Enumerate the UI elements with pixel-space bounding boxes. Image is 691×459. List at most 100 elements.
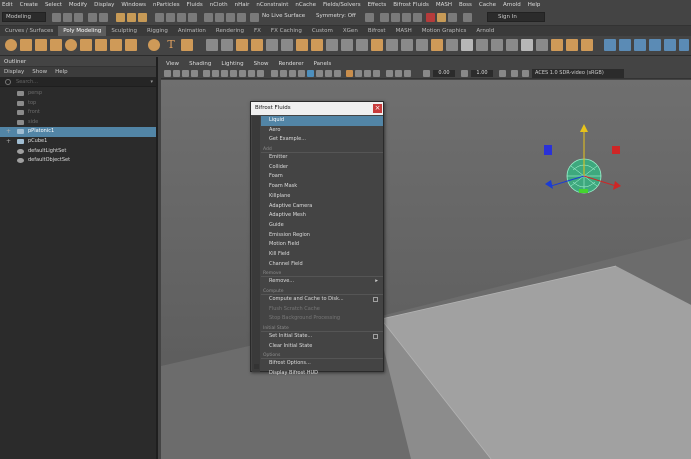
- viewport-menu-show[interactable]: Show: [254, 60, 269, 68]
- crease-icon[interactable]: [536, 39, 548, 51]
- wireframe-icon[interactable]: [271, 70, 278, 77]
- menu-item-bifrost-options[interactable]: Bifrost Options...: [261, 359, 383, 369]
- live-surface-label[interactable]: No Live Surface: [262, 13, 305, 19]
- motion-blur-icon[interactable]: [355, 70, 362, 77]
- xray-icon[interactable]: [307, 70, 314, 77]
- outliner-search-input[interactable]: Search... ▾: [0, 77, 156, 87]
- fill-hole-icon[interactable]: [401, 39, 413, 51]
- arnold-icon[interactable]: [463, 13, 472, 22]
- extrude-icon[interactable]: [296, 39, 308, 51]
- svg-tool-icon[interactable]: [181, 39, 193, 51]
- menu-item-foam-mask[interactable]: Foam Mask: [261, 182, 383, 192]
- depth-of-field-icon[interactable]: [373, 70, 380, 77]
- menu-item-clear-initial-state[interactable]: Clear Initial State: [261, 342, 383, 352]
- text-tool-icon[interactable]: T: [165, 39, 177, 51]
- append-polygon-icon[interactable]: [386, 39, 398, 51]
- menu-nconstraint[interactable]: nConstraint: [256, 2, 288, 8]
- poly-pyramid-icon[interactable]: [125, 39, 137, 51]
- select-component-icon[interactable]: [138, 13, 147, 22]
- viewport-menu-shading[interactable]: Shading: [189, 60, 211, 68]
- automatic-map-icon[interactable]: [581, 39, 593, 51]
- menu-item-adaptive-mesh[interactable]: Adaptive Mesh: [261, 211, 383, 221]
- poly-cube-icon[interactable]: [20, 39, 32, 51]
- select-camera-icon[interactable]: [164, 70, 171, 77]
- close-icon[interactable]: ×: [373, 104, 382, 113]
- outliner-menu-show[interactable]: Show: [32, 67, 47, 77]
- menu-edit[interactable]: Edit: [2, 2, 13, 8]
- collapse-icon[interactable]: [446, 39, 458, 51]
- menu-item-emitter[interactable]: Emitter: [261, 153, 383, 163]
- tab-rigging[interactable]: Rigging: [142, 26, 173, 36]
- ipr-render-icon[interactable]: [402, 13, 411, 22]
- wedge-icon[interactable]: [491, 39, 503, 51]
- outliner-item-defaultlightset[interactable]: defaultLightSet: [0, 147, 156, 157]
- tab-fx-caching[interactable]: FX Caching: [266, 26, 307, 36]
- menu-item-collider[interactable]: Collider: [261, 163, 383, 173]
- menu-item-adaptive-camera[interactable]: Adaptive Camera: [261, 202, 383, 212]
- average-vertices-icon[interactable]: [476, 39, 488, 51]
- isolate-select-icon[interactable]: [386, 70, 393, 77]
- menu-item-display-bifrost-hud[interactable]: Display Bifrost HUD: [261, 369, 383, 379]
- option-box-icon[interactable]: [373, 297, 378, 302]
- multi-cut-icon[interactable]: [356, 39, 368, 51]
- xray-active-icon[interactable]: [404, 70, 411, 77]
- grid-toggle-icon[interactable]: [203, 70, 210, 77]
- render-setup-icon[interactable]: [437, 13, 446, 22]
- default-material-icon[interactable]: [289, 70, 296, 77]
- menu-item-get-example[interactable]: Get Example...: [261, 135, 383, 145]
- tab-curves-surfaces[interactable]: Curves / Surfaces: [0, 26, 58, 36]
- quad-draw-icon[interactable]: [416, 39, 428, 51]
- menu-nparticles[interactable]: nParticles: [153, 2, 180, 8]
- perspective-viewport[interactable]: [161, 80, 691, 459]
- menu-help[interactable]: Help: [528, 2, 541, 8]
- uv-sew-icon[interactable]: [619, 39, 631, 51]
- tear-off-handle[interactable]: [254, 364, 259, 369]
- super-shape-icon[interactable]: [148, 39, 160, 51]
- viewport-menu-view[interactable]: View: [166, 60, 179, 68]
- tab-rendering[interactable]: Rendering: [211, 26, 249, 36]
- smooth-icon[interactable]: [251, 39, 263, 51]
- live-surface-icon[interactable]: [250, 13, 259, 22]
- menu-item-aero[interactable]: Aero: [261, 126, 383, 136]
- insert-edge-loop-icon[interactable]: [341, 39, 353, 51]
- poly-cone-icon[interactable]: [50, 39, 62, 51]
- chevron-down-icon[interactable]: ▾: [150, 77, 153, 87]
- render-icon[interactable]: [391, 13, 400, 22]
- menu-item-compute-and-cache-to-disk[interactable]: Compute and Cache to Disk...: [261, 295, 383, 305]
- render-view-icon[interactable]: [380, 13, 389, 22]
- textured-icon[interactable]: [316, 70, 323, 77]
- select-hierarchy-icon[interactable]: [116, 13, 125, 22]
- field-chart-icon[interactable]: [239, 70, 246, 77]
- light-editor-icon[interactable]: [448, 13, 457, 22]
- outliner-menu-help[interactable]: Help: [55, 67, 68, 77]
- poly-disc-icon[interactable]: [95, 39, 107, 51]
- menu-cache[interactable]: Cache: [479, 2, 496, 8]
- bevel-icon[interactable]: [326, 39, 338, 51]
- snap-grid-icon[interactable]: [204, 13, 213, 22]
- shadows-icon[interactable]: [334, 70, 341, 77]
- select-object-icon[interactable]: [127, 13, 136, 22]
- menu-display[interactable]: Display: [94, 2, 114, 8]
- anti-aliasing-icon[interactable]: [364, 70, 371, 77]
- resolution-gate-icon[interactable]: [221, 70, 228, 77]
- tab-sculpting[interactable]: Sculpting: [106, 26, 142, 36]
- menu-item-channel-field[interactable]: Channel Field: [261, 260, 383, 270]
- save-scene-icon[interactable]: [74, 13, 83, 22]
- outliner-item-defaultobjectset[interactable]: defaultObjectSet: [0, 156, 156, 166]
- film-gate-icon[interactable]: [212, 70, 219, 77]
- reduce-icon[interactable]: [266, 39, 278, 51]
- viewport-menu-panels[interactable]: Panels: [314, 60, 332, 68]
- circularize-icon[interactable]: [521, 39, 533, 51]
- new-scene-icon[interactable]: [52, 13, 61, 22]
- smooth-shade-icon[interactable]: [280, 70, 287, 77]
- menu-arnold[interactable]: Arnold: [503, 2, 521, 8]
- uv-editor-icon[interactable]: [551, 39, 563, 51]
- tab-custom[interactable]: Custom: [307, 26, 338, 36]
- menu-item-foam[interactable]: Foam: [261, 172, 383, 182]
- bookmark-icon[interactable]: [182, 70, 189, 77]
- menu-item-liquid[interactable]: Liquid: [261, 116, 383, 126]
- poly-torus-icon[interactable]: [65, 39, 77, 51]
- platonic-solid-icon[interactable]: [110, 39, 122, 51]
- tab-motion-graphics[interactable]: Motion Graphics: [417, 26, 472, 36]
- uv-cut-icon[interactable]: [604, 39, 616, 51]
